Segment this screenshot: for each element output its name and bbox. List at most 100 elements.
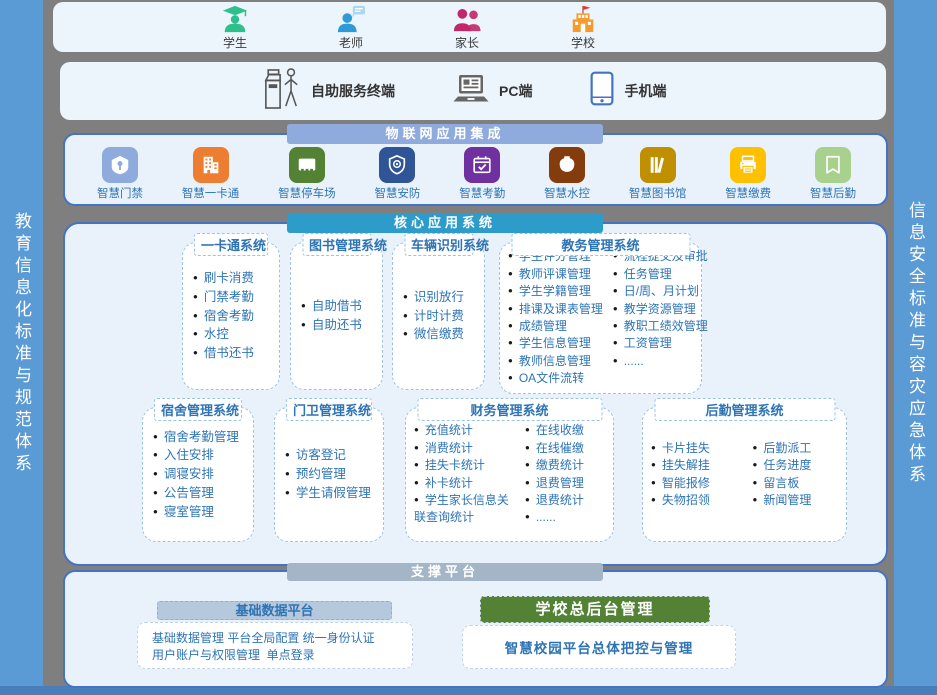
list-item: 留言板 (753, 475, 845, 492)
left-banner-label: 教育信息化标准与规范体系 (9, 212, 34, 476)
list-item: 预约管理 (285, 465, 379, 484)
system-feature-columns: 卡片挂失 挂失解挂 智能报修 失物招领 后勤派工 任务进度 留言板 新闻管理 (643, 440, 846, 510)
user-role-teacher: 老师 (319, 4, 383, 51)
list-item: 新闻管理 (753, 492, 845, 509)
list-item: 退费管理 (525, 475, 611, 492)
left-banner: 教育信息化标准与规范体系 (0, 0, 43, 687)
list-item: 自助还书 (301, 316, 378, 335)
user-role-label: 学校 (571, 34, 595, 51)
iot-item-label: 智慧一卡通 (182, 185, 240, 201)
system-feature-list: 访客登记 预约管理 学生请假管理 (275, 446, 383, 502)
system-box-finance: 财务管理系统 充值统计 消费统计 挂失卡统计 补卡统计 学生家长信息关联查询统计… (405, 407, 614, 542)
system-feature-list: 学生评分管理 教师评课管理 学生学籍管理 排课及课表管理 成绩管理 学生信息管理… (500, 248, 605, 387)
system-title: 门卫管理系统 (286, 398, 372, 421)
iot-items-row: 智慧门禁 智慧一卡通 (65, 147, 886, 201)
terminal-label: 自助服务终端 (311, 81, 395, 101)
list-item: 学生家长信息关联查询统计 (414, 492, 515, 527)
list-item: 寝室管理 (153, 503, 249, 522)
system-feature-list: 卡片挂失 挂失解挂 智能报修 失物招领 (643, 440, 745, 510)
list-item: 日/周、月计划 (613, 283, 708, 300)
system-feature-list: 识别放行 计时计费 微信缴费 (393, 288, 484, 344)
iot-item-logistics: 智慧后勤 (810, 147, 856, 201)
iot-item-attendance: 智慧考勤 (459, 147, 505, 201)
list-item: 排课及课表管理 (508, 301, 603, 318)
list-item: 水控 (193, 325, 275, 344)
list-item: 补卡统计 (414, 475, 515, 492)
system-box-gate: 门卫管理系统 访客登记 预约管理 学生请假管理 (274, 407, 384, 542)
teacher-icon (336, 4, 366, 33)
list-item: 学生请假管理 (285, 484, 379, 503)
iot-item-label: 智慧门禁 (97, 185, 143, 201)
list-item: 借书还书 (193, 344, 275, 363)
list-item: 识别放行 (403, 288, 480, 307)
list-item: 失物招领 (651, 492, 743, 509)
iot-item-onecard: 智慧一卡通 (182, 147, 240, 201)
system-box-onecard: 一卡通系统 刷卡消费 门禁考勤 宿舍考勤 水控 借书还书 (182, 242, 280, 390)
list-item: 在线收缴 (525, 422, 611, 439)
iot-item-label: 智慧安防 (374, 185, 420, 201)
user-role-school: 学校 (551, 4, 615, 51)
iot-item-payment: 智慧缴费 (725, 147, 771, 201)
phone-icon (590, 71, 614, 111)
right-banner-label: 信息安全标准与容灾应急体系 (903, 201, 928, 487)
iot-item-security: 智慧安防 (374, 147, 420, 201)
list-item: 访客登记 (285, 446, 379, 465)
system-feature-list: 流程提交及审批 任务管理 日/周、月计划 教学资源管理 教职工绩效管理 工资管理… (605, 248, 710, 387)
terminal-pc: PC端 (453, 73, 532, 109)
system-feature-columns: 学生评分管理 教师评课管理 学生学籍管理 排课及课表管理 成绩管理 学生信息管理… (500, 248, 701, 387)
base-data-platform-content: 基础数据管理 平台全局配置 统一身份认证 用户账户与权限管理 单点登录 (137, 622, 413, 669)
iot-item-access: 智慧门禁 (97, 147, 143, 201)
kiosk-icon (263, 66, 301, 117)
support-section-title: 支撑平台 (287, 563, 603, 581)
smart-campus-architecture-diagram: 教育信息化标准与规范体系 信息安全标准与容灾应急体系 学生 (0, 0, 937, 695)
school-admin-title: 学校总后台管理 (480, 596, 710, 623)
system-box-logistics: 后勤管理系统 卡片挂失 挂失解挂 智能报修 失物招领 后勤派工 任务进度 留言板… (642, 407, 847, 542)
list-item: 刷卡消费 (193, 269, 275, 288)
school-admin-content: 智慧校园平台总体把控与管理 (462, 625, 736, 669)
system-feature-list: 在线收缴 在线催缴 缴费统计 退费管理 退费统计 ...... (517, 422, 613, 526)
system-title: 图书管理系统 (302, 233, 371, 256)
base-platform-line: 基础数据管理 平台全局配置 统一身份认证 (152, 630, 412, 647)
user-role-label: 家长 (455, 34, 479, 51)
logistics-banner-icon (815, 147, 851, 183)
pc-icon (453, 73, 489, 109)
system-title: 教务管理系统 (511, 233, 690, 256)
list-item: 在线催缴 (525, 440, 611, 457)
terminal-mobile: 手机端 (590, 71, 666, 111)
system-title: 一卡通系统 (194, 233, 268, 256)
parents-icon (452, 4, 482, 33)
list-item: 任务进度 (753, 457, 845, 474)
system-box-academic: 教务管理系统 学生评分管理 教师评课管理 学生学籍管理 排课及课表管理 成绩管理… (499, 242, 702, 394)
system-feature-list: 刷卡消费 门禁考勤 宿舍考勤 水控 借书还书 (183, 269, 279, 363)
list-item: 宿舍考勤管理 (153, 428, 249, 447)
onecard-icon (193, 147, 229, 183)
users-panel: 学生 老师 (53, 2, 886, 52)
library-books-icon (640, 147, 676, 183)
list-item: 学生学籍管理 (508, 283, 603, 300)
list-item: 自助借书 (301, 297, 378, 316)
system-title: 车辆识别系统 (404, 233, 473, 256)
support-platform-panel: 支撑平台 基础数据平台 基础数据管理 平台全局配置 统一身份认证 用户账户与权限… (63, 570, 888, 688)
student-icon (220, 4, 250, 33)
list-item: 工资管理 (613, 335, 708, 352)
list-item: ...... (525, 509, 611, 526)
list-item: 公告管理 (153, 484, 249, 503)
base-platform-line: 用户账户与权限管理 单点登录 (152, 647, 412, 664)
list-item: 挂失解挂 (651, 457, 743, 474)
system-feature-columns: 充值统计 消费统计 挂失卡统计 补卡统计 学生家长信息关联查询统计 在线收缴 在… (406, 422, 613, 526)
terminal-label: 手机端 (624, 81, 666, 101)
list-item: 学生信息管理 (508, 335, 603, 352)
core-systems-panel: 核心应用系统 一卡通系统 刷卡消费 门禁考勤 宿舍考勤 水控 借书还书 图书管理… (63, 222, 888, 566)
iot-item-label: 智慧停车场 (278, 185, 336, 201)
access-control-icon (102, 147, 138, 183)
user-role-student: 学生 (203, 4, 267, 51)
user-role-parents: 家长 (435, 4, 499, 51)
system-title: 宿舍管理系统 (154, 398, 242, 421)
list-item: 调寝安排 (153, 465, 249, 484)
terminals-panel: 自助服务终端 PC端 (60, 62, 886, 120)
system-feature-list: 后勤派工 任务进度 留言板 新闻管理 (745, 440, 847, 510)
parking-icon (289, 147, 325, 183)
payment-printer-icon (730, 147, 766, 183)
system-title: 后勤管理系统 (654, 398, 835, 421)
iot-panel: 物联网应用集成 智慧门禁 (63, 133, 888, 206)
